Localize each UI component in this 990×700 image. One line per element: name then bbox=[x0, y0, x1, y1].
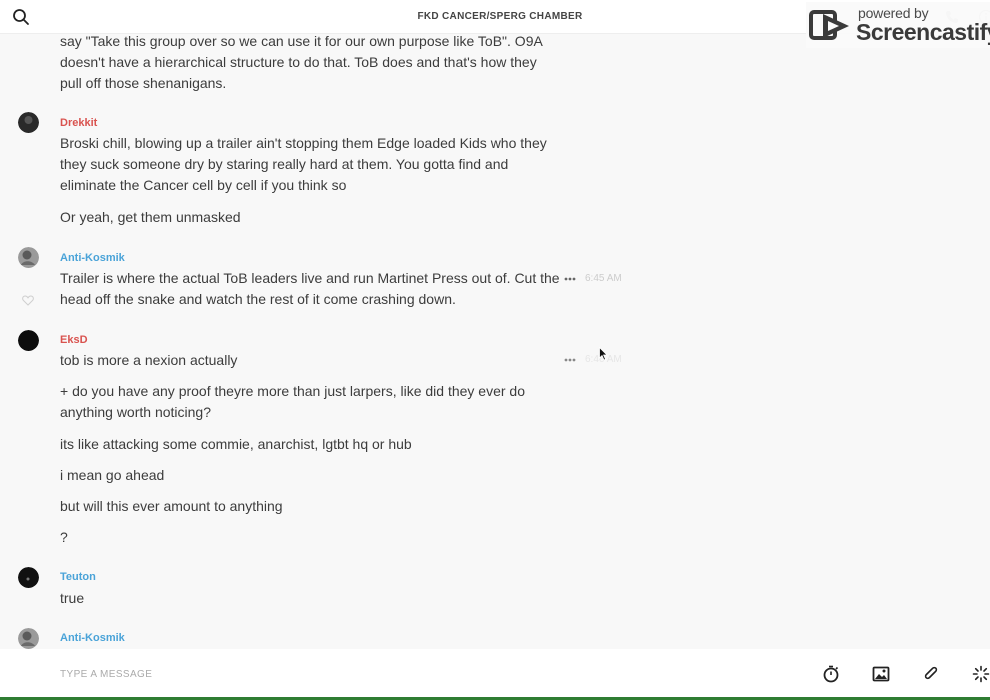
avatar[interactable] bbox=[18, 247, 39, 268]
message-text: ? bbox=[60, 529, 68, 545]
message-text: + do you have any proof theyre more than… bbox=[60, 383, 525, 420]
message-input[interactable] bbox=[60, 663, 760, 685]
loading-icon[interactable] bbox=[972, 665, 990, 683]
message-composer bbox=[0, 649, 990, 700]
timer-icon[interactable] bbox=[822, 665, 840, 683]
avatar[interactable] bbox=[18, 330, 39, 351]
message-text: but will this ever amount to anything bbox=[60, 498, 283, 514]
message-text: tob is more a nexion actually bbox=[60, 352, 238, 368]
mouse-cursor-icon bbox=[599, 347, 608, 361]
avatar[interactable] bbox=[18, 628, 39, 649]
message-author[interactable]: Teuton bbox=[60, 571, 96, 583]
message-author[interactable]: Anti-Kosmik bbox=[60, 632, 125, 644]
message-list[interactable]: say "Take this group over so we can use … bbox=[0, 34, 990, 649]
message-author[interactable]: Anti-Kosmik bbox=[60, 252, 125, 264]
message-author[interactable]: Drekkit bbox=[60, 117, 97, 129]
avatar[interactable] bbox=[18, 567, 39, 588]
more-options-icon[interactable] bbox=[564, 358, 576, 362]
message-text: Trailer is where the actual ToB leaders … bbox=[60, 270, 560, 307]
message-author[interactable]: EksD bbox=[60, 334, 88, 346]
message-text: i mean go ahead bbox=[60, 467, 165, 483]
avatar[interactable] bbox=[18, 112, 39, 133]
heart-icon[interactable] bbox=[22, 295, 34, 306]
message-text: true bbox=[60, 590, 85, 606]
more-options-icon[interactable] bbox=[564, 277, 576, 281]
image-icon[interactable] bbox=[872, 665, 890, 683]
message-timestamp: 6:45 AM bbox=[585, 273, 622, 284]
message-text: its like attacking some commie, anarchis… bbox=[60, 436, 412, 452]
message-text: Broski chill, blowing up a trailer ain't… bbox=[60, 135, 547, 193]
message-text: say "Take this group over so we can use … bbox=[60, 34, 543, 91]
attachment-icon[interactable] bbox=[922, 665, 940, 683]
message-text: Or yeah, get them unmasked bbox=[60, 209, 241, 225]
